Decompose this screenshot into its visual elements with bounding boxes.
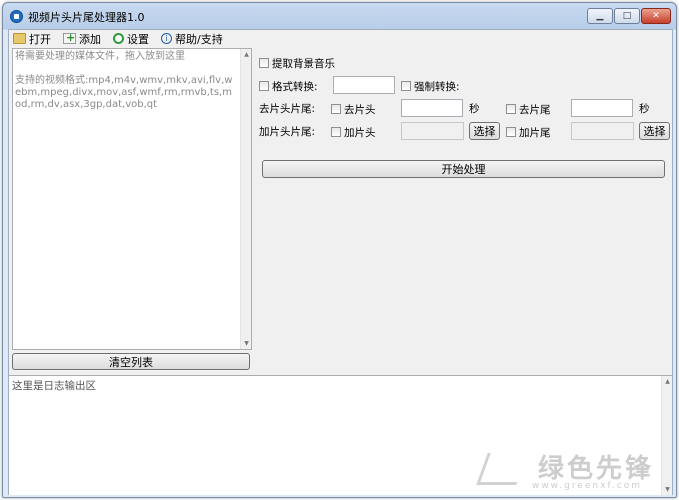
file-list-scrollbar[interactable]: ▲ ▼ [240, 49, 251, 349]
menu-open-label: 打开 [29, 32, 51, 46]
add-head-tail-label: 加片头片尾: [259, 126, 316, 138]
window-controls: ▁ □ ✕ [587, 8, 671, 24]
cut-tail-label: 去片尾 [519, 103, 551, 116]
menu-add[interactable]: 添加 [63, 31, 101, 47]
format-convert-label: 格式转换: [272, 80, 318, 93]
format-input[interactable] [333, 76, 395, 94]
window-title: 视频片头片尾处理器1.0 [28, 11, 145, 24]
scroll-up-icon[interactable]: ▲ [242, 50, 251, 59]
app-window: 视频片头片尾处理器1.0 ▁ □ ✕ 打开 添加 设置 i 帮助/支持 [2, 2, 677, 498]
clear-list-button[interactable]: 清空列表 [12, 353, 250, 370]
start-processing-button[interactable]: 开始处理 [262, 160, 665, 178]
menu-help-label: 帮助/支持 [175, 32, 223, 46]
checkbox-icon[interactable] [331, 104, 341, 114]
client-area: 打开 添加 设置 i 帮助/支持 将需要处理的媒体文件，拖入放到这里 支持的视频… [8, 29, 673, 495]
gear-icon [113, 33, 124, 44]
choose-head-button[interactable]: 选择 [469, 122, 500, 140]
format-convert-checkbox[interactable]: 格式转换: [259, 77, 318, 95]
add-head-checkbox[interactable]: 加片头 [331, 123, 376, 141]
add-tail-checkbox[interactable]: 加片尾 [506, 123, 551, 141]
file-drop-list[interactable]: 将需要处理的媒体文件，拖入放到这里 支持的视频格式:mp4,m4v,wmv,mk… [12, 48, 252, 350]
force-convert-checkbox[interactable]: 强制转换: [401, 77, 460, 95]
info-icon: i [161, 33, 172, 44]
cut-head-tail-label: 去片头片尾: [259, 103, 316, 115]
extract-bgm-checkbox[interactable]: 提取背景音乐 [259, 54, 335, 72]
cut-head-seconds-input[interactable] [401, 99, 463, 117]
add-head-file-input[interactable] [401, 122, 464, 140]
menu-add-label: 添加 [79, 32, 101, 46]
cut-tail-seconds-input[interactable] [571, 99, 633, 117]
add-head-label: 加片头 [344, 126, 376, 139]
cut-head-label: 去片头 [344, 103, 376, 116]
choose-tail-button[interactable]: 选择 [639, 122, 670, 140]
menu-bar: 打开 添加 设置 i 帮助/支持 [9, 30, 672, 47]
cut-tail-checkbox[interactable]: 去片尾 [506, 100, 551, 118]
checkbox-icon[interactable] [259, 81, 269, 91]
menu-help[interactable]: i 帮助/支持 [161, 31, 223, 47]
log-placeholder: 这里是日志输出区 [12, 380, 96, 392]
force-convert-label: 强制转换: [414, 80, 460, 93]
add-tail-file-input[interactable] [571, 122, 634, 140]
menu-open[interactable]: 打开 [13, 31, 51, 47]
file-list-hint: 将需要处理的媒体文件，拖入放到这里 支持的视频格式:mp4,m4v,wmv,mk… [15, 51, 233, 110]
add-tail-label: 加片尾 [519, 126, 551, 139]
app-icon [10, 10, 23, 23]
close-button[interactable]: ✕ [641, 8, 671, 24]
title-bar[interactable]: 视频片头片尾处理器1.0 ▁ □ ✕ [3, 3, 676, 29]
watermark-logo-icon [476, 453, 528, 485]
scroll-up-icon[interactable]: ▲ [663, 377, 672, 386]
scroll-down-icon[interactable]: ▼ [242, 339, 251, 348]
seconds-unit: 秒 [469, 103, 480, 115]
cut-head-checkbox[interactable]: 去片头 [331, 100, 376, 118]
checkbox-icon[interactable] [401, 81, 411, 91]
watermark-url: www.greenxf.com [531, 481, 642, 491]
add-file-icon [63, 31, 76, 44]
checkbox-icon[interactable] [506, 104, 516, 114]
maximize-button[interactable]: □ [614, 8, 640, 24]
menu-settings-label: 设置 [127, 32, 149, 46]
log-scrollbar[interactable]: ▲ ▼ [661, 376, 672, 495]
log-output-area[interactable]: 这里是日志输出区 ▲ ▼ 绿色先锋 www.greenxf.com [9, 375, 672, 495]
folder-open-icon [13, 33, 26, 44]
seconds-unit: 秒 [639, 103, 650, 115]
menu-settings[interactable]: 设置 [113, 31, 149, 47]
minimize-button[interactable]: ▁ [587, 8, 613, 24]
scroll-down-icon[interactable]: ▼ [663, 485, 672, 494]
checkbox-icon[interactable] [331, 127, 341, 137]
watermark-text: 绿色先锋 [537, 454, 654, 484]
checkbox-icon[interactable] [506, 127, 516, 137]
checkbox-icon[interactable] [259, 58, 269, 68]
extract-bgm-label: 提取背景音乐 [272, 57, 335, 70]
options-panel: 提取背景音乐 格式转换: 强制转换: 去片头片尾: 去片头 秒 去片尾 秒 加片… [259, 48, 671, 348]
